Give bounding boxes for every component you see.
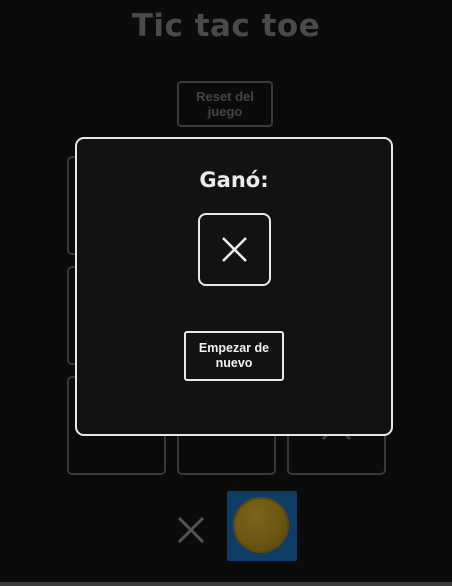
- page-title: Tic tac toe: [131, 8, 321, 44]
- new-game-button[interactable]: Empezar de nuevo: [184, 331, 284, 381]
- reset-game-button[interactable]: Reset del juego: [177, 81, 273, 127]
- active-turn-o: [227, 491, 297, 561]
- winner-title: Ganó:: [199, 168, 269, 192]
- o-token-icon: [233, 497, 289, 553]
- x-turn-icon: [177, 516, 205, 544]
- horizontal-scrollbar[interactable]: [0, 582, 452, 586]
- winner-modal: Ganó: Empezar de nuevo: [75, 137, 393, 436]
- winner-symbol-box: [198, 213, 271, 286]
- x-winner-icon: [222, 237, 247, 262]
